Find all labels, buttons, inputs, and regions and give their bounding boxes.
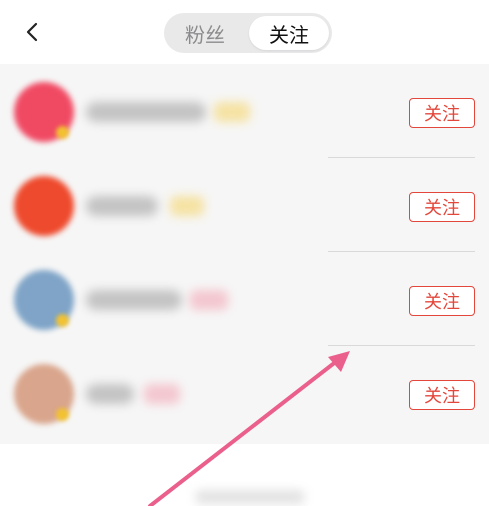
following-list: 关注 关注 关注 关注 — [0, 64, 489, 444]
verified-badge-icon — [56, 408, 69, 421]
list-item: 关注 — [0, 158, 489, 252]
segmented-tabs: 粉丝 关注 — [164, 13, 332, 53]
follow-button[interactable]: 关注 — [409, 98, 475, 128]
follow-button[interactable]: 关注 — [409, 380, 475, 410]
username-blurred — [86, 384, 134, 404]
verified-badge-icon — [56, 126, 69, 139]
verified-badge-icon — [56, 314, 69, 327]
level-badge-blurred — [144, 384, 180, 404]
list-item: 关注 — [0, 64, 489, 158]
level-badge-blurred — [190, 290, 228, 310]
list-item: 关注 — [0, 252, 489, 346]
username-blurred — [86, 290, 182, 310]
avatar[interactable] — [14, 176, 74, 236]
footer-blurred — [195, 490, 305, 504]
back-button[interactable] — [14, 14, 50, 50]
follow-button[interactable]: 关注 — [409, 192, 475, 222]
list-item: 关注 — [0, 346, 489, 440]
follow-button[interactable]: 关注 — [409, 286, 475, 316]
tab-fans[interactable]: 粉丝 — [164, 13, 246, 53]
level-badge-blurred — [170, 196, 204, 216]
level-badge-blurred — [214, 102, 250, 122]
top-bar: 粉丝 关注 — [0, 0, 489, 64]
tab-following[interactable]: 关注 — [249, 16, 329, 50]
chevron-left-icon — [26, 22, 38, 42]
username-blurred — [86, 196, 158, 216]
bottom-area — [0, 444, 489, 506]
username-blurred — [86, 102, 206, 122]
